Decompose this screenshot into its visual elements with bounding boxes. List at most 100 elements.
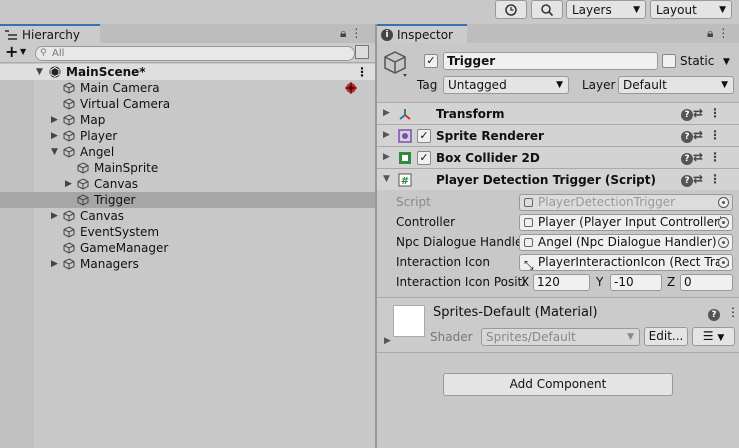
object-name-field[interactable]: Trigger	[443, 52, 658, 70]
expand-arrow-icon[interactable]: ▶	[383, 108, 390, 118]
z-field[interactable]: 0	[680, 274, 733, 291]
expand-arrow-icon[interactable]: ▶	[51, 128, 58, 144]
layer-dropdown[interactable]: Default ▼	[618, 76, 734, 94]
interaction-icon-value: PlayerInteractionIcon (Rect Tran	[538, 255, 730, 269]
expand-arrow-icon[interactable]: ▶	[51, 112, 58, 128]
more-icon[interactable]: ⋮	[356, 64, 368, 80]
presets-icon[interactable]: ⇄	[693, 172, 709, 186]
presets-icon[interactable]: ⇄	[693, 128, 709, 142]
more-icon[interactable]: ⋮	[709, 128, 727, 142]
expand-arrow-icon[interactable]: ▶	[51, 256, 58, 272]
object-picker-icon[interactable]	[718, 257, 729, 268]
help-icon[interactable]: ?	[680, 153, 693, 165]
chevron-down-icon[interactable]: ▼	[20, 47, 26, 56]
layout-dropdown[interactable]: Layout ▼	[650, 0, 732, 19]
gameobject-cube-icon	[77, 178, 89, 190]
hierarchy-item-managers[interactable]: ▶ Managers	[0, 256, 375, 272]
tab-inspector[interactable]: i Inspector	[377, 24, 467, 43]
help-icon[interactable]: ?	[680, 109, 693, 121]
search-by-type-icon[interactable]	[355, 45, 369, 59]
add-button[interactable]: +	[5, 44, 18, 60]
component-player-detection-header[interactable]: ▼ # Player Detection Trigger (Script) ? ⇄…	[377, 168, 739, 190]
hierarchy-item-canvas-child[interactable]: ▶ Canvas	[0, 176, 375, 192]
expand-arrow-icon[interactable]: ▼	[36, 64, 43, 80]
material-preview[interactable]	[393, 305, 425, 337]
lock-icon[interactable]: 🔒︎	[340, 26, 350, 40]
hierarchy-item-canvas[interactable]: ▶ Canvas	[0, 208, 375, 224]
component-tools[interactable]: ? ⇄⋮	[680, 150, 727, 165]
object-picker-icon[interactable]	[718, 217, 729, 228]
more-icon[interactable]: ⋮	[709, 172, 727, 186]
edit-shader-button[interactable]: Edit...	[644, 327, 688, 346]
help-icon[interactable]: ?	[680, 175, 693, 187]
component-sprite-renderer-header[interactable]: ▶ ✓ Sprite Renderer ? ⇄⋮	[377, 124, 739, 146]
presets-icon[interactable]: ⇄	[693, 150, 709, 164]
presets-icon[interactable]: ⇄	[693, 106, 709, 120]
hierarchy-item-player[interactable]: ▶ Player	[0, 128, 375, 144]
scene-row[interactable]: ▼ MainScene* ⋮	[0, 64, 375, 80]
shader-label: Shader	[430, 330, 473, 344]
component-ref-icon	[524, 218, 533, 227]
hierarchy-item-virtual-camera[interactable]: Virtual Camera	[0, 96, 375, 112]
panel-menu-icons[interactable]: 🔒︎⋮	[707, 26, 733, 41]
expand-arrow-icon[interactable]: ▶	[65, 176, 72, 192]
layers-label: Layers	[572, 2, 612, 17]
more-icon[interactable]: ⋮	[350, 26, 366, 40]
hierarchy-item-mainsprite[interactable]: MainSprite	[0, 160, 375, 176]
more-icon[interactable]: ⋮	[717, 26, 733, 40]
static-checkbox[interactable]	[662, 54, 676, 68]
hierarchy-item-trigger[interactable]: Trigger	[0, 192, 375, 208]
item-label: Angel	[80, 145, 115, 159]
shader-options-dropdown[interactable]: ☰ ▼	[692, 327, 735, 346]
expand-arrow-icon[interactable]: ▼	[51, 144, 58, 160]
lock-icon[interactable]: 🔒︎	[707, 26, 717, 40]
help-icon[interactable]: ?	[708, 309, 720, 321]
layers-dropdown[interactable]: Layers ▼	[566, 0, 646, 19]
expand-arrow-icon[interactable]: ▼	[383, 174, 390, 184]
gameobject-large-icon[interactable]	[383, 50, 411, 80]
more-icon[interactable]: ⋮	[727, 305, 739, 319]
interaction-icon-field[interactable]: ⤡ PlayerInteractionIcon (Rect Tran	[519, 254, 733, 271]
enabled-checkbox[interactable]: ✓	[417, 151, 431, 165]
search-button[interactable]	[531, 0, 563, 19]
chevron-down-icon[interactable]: ▼	[723, 57, 730, 67]
help-icon[interactable]: ?	[680, 131, 693, 143]
add-component-button[interactable]: Add Component	[443, 373, 673, 396]
component-tools[interactable]: ? ⇄⋮	[680, 128, 727, 143]
component-box-collider-header[interactable]: ▶ ✓ Box Collider 2D ? ⇄⋮	[377, 146, 739, 168]
enabled-checkbox[interactable]: ✓	[417, 129, 431, 143]
component-tools[interactable]: ? ⇄⋮	[680, 172, 727, 187]
hierarchy-item-map[interactable]: ▶ Map	[0, 112, 375, 128]
y-label: Y	[596, 275, 604, 289]
component-tools[interactable]: ? ⇄⋮	[680, 106, 727, 121]
history-button[interactable]	[495, 0, 527, 19]
component-tools[interactable]: ?	[708, 306, 720, 321]
component-name: Sprite Renderer	[436, 129, 544, 143]
tab-hierarchy[interactable]: Hierarchy	[0, 24, 100, 43]
component-transform-header[interactable]: ▶ Transform ? ⇄⋮	[377, 102, 739, 124]
npc-dialogue-field[interactable]: Angel (Npc Dialogue Handler)	[519, 234, 733, 251]
object-picker-icon[interactable]	[718, 237, 729, 248]
x-field[interactable]: 120	[533, 274, 590, 291]
hierarchy-item-eventsystem[interactable]: EventSystem	[0, 224, 375, 240]
more-icon[interactable]: ⋮	[709, 106, 727, 120]
hierarchy-search-input[interactable]: ⚲ All	[35, 46, 355, 61]
tag-dropdown[interactable]: Untagged ▼	[443, 76, 569, 94]
hierarchy-item-gamemanager[interactable]: GameManager	[0, 240, 375, 256]
search-icon	[541, 3, 554, 16]
expand-arrow-icon[interactable]: ▶	[51, 208, 58, 224]
expand-arrow-icon[interactable]: ▶	[383, 130, 390, 140]
component-name: Box Collider 2D	[436, 151, 540, 165]
y-field[interactable]: -10	[610, 274, 662, 291]
item-label: Trigger	[94, 193, 136, 207]
more-icon[interactable]: ⋮	[709, 150, 727, 164]
hierarchy-item-main-camera[interactable]: Main Camera	[0, 80, 375, 96]
panel-menu-icons[interactable]: 🔒︎⋮	[340, 26, 366, 41]
expand-arrow-icon[interactable]: ▶	[383, 152, 390, 162]
controller-field[interactable]: Player (Player Input Controller)	[519, 214, 733, 231]
gameobject-cube-icon	[63, 258, 75, 270]
gameobject-cube-icon	[77, 162, 89, 174]
active-checkbox[interactable]: ✓	[424, 54, 438, 68]
expand-arrow-icon[interactable]: ▶	[384, 336, 391, 346]
hierarchy-item-angel[interactable]: ▼ Angel	[0, 144, 375, 160]
